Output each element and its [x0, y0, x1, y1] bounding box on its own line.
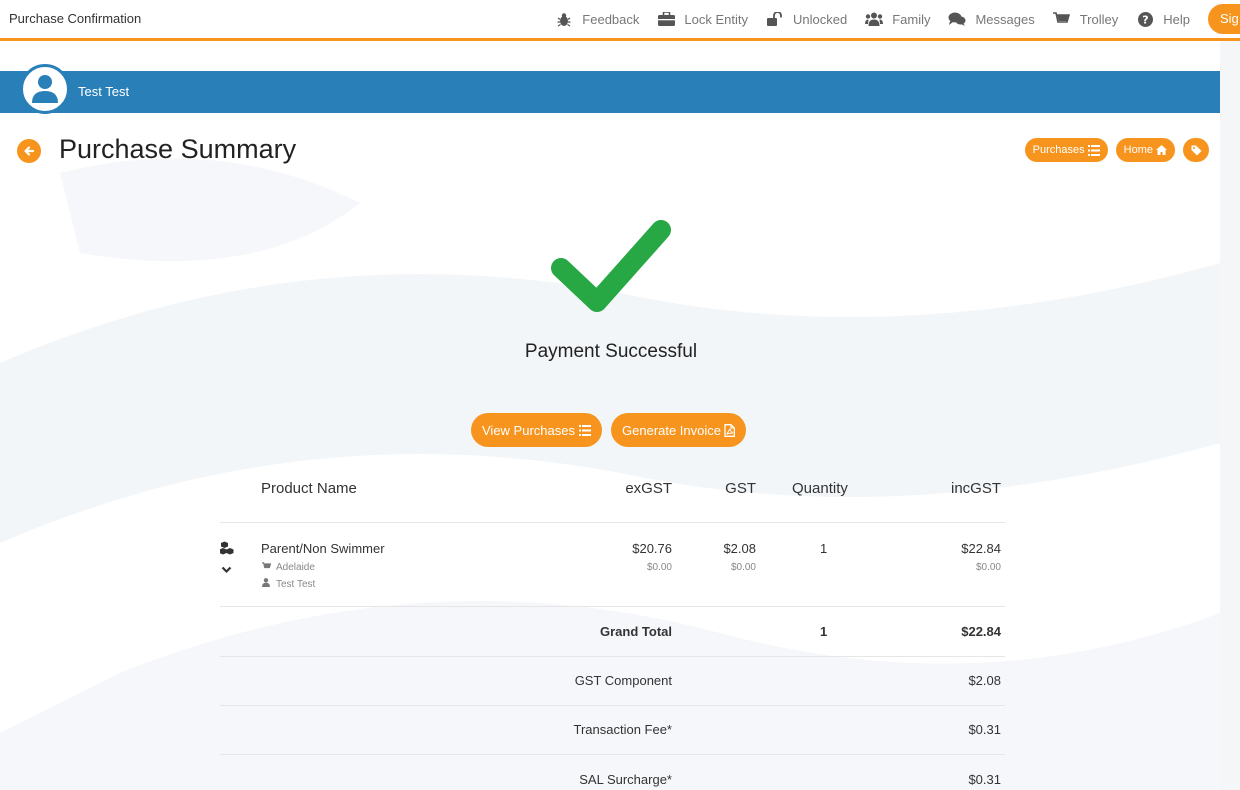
col-header-exgst: exGST	[625, 480, 672, 497]
user-icon	[262, 578, 270, 587]
briefcase-icon	[657, 11, 675, 27]
view-purchases-button[interactable]: View Purchases	[471, 413, 602, 447]
item-incgst: $22.84	[961, 541, 1001, 556]
user-icon	[32, 75, 58, 103]
nav-help-label: Help	[1163, 11, 1190, 27]
grand-total-label: Grand Total	[600, 624, 672, 639]
arrow-left-icon	[24, 146, 35, 156]
col-header-gst: GST	[725, 480, 756, 497]
nav-messages[interactable]: Messages	[948, 11, 1035, 27]
product-name: Parent/Non Swimmer	[261, 541, 385, 556]
cubes-icon	[219, 541, 235, 558]
item-exgst: $20.76	[632, 541, 672, 556]
nav-help[interactable]: ? Help	[1136, 11, 1190, 27]
user-bar: Test Test	[0, 64, 1220, 114]
transaction-fee-label: Transaction Fee*	[573, 722, 672, 737]
chevron-down-icon[interactable]	[221, 562, 232, 577]
row-divider	[220, 656, 1005, 657]
grand-total-quantity: 1	[820, 624, 828, 639]
gst-component-value: $2.08	[968, 673, 1001, 688]
nav-lock-entity[interactable]: Lock Entity	[657, 11, 748, 27]
sign-in-button[interactable]: Sig	[1208, 4, 1240, 34]
background-watermark	[0, 158, 1220, 790]
bug-icon	[555, 11, 573, 27]
nav-family-label: Family	[892, 11, 931, 27]
page-scroll-gutter	[1220, 41, 1240, 790]
nav-lock-entity-label: Lock Entity	[684, 11, 748, 27]
home-button-label: Home	[1123, 144, 1153, 156]
sal-surcharge-value: $0.31	[968, 772, 1001, 787]
generate-invoice-button[interactable]: Generate Invoice	[610, 413, 746, 447]
svg-text:?: ?	[1142, 13, 1148, 26]
home-icon	[1156, 145, 1167, 155]
item-gst-sub: $0.00	[730, 562, 756, 573]
view-purchases-label: View Purchases	[482, 422, 575, 438]
item-exgst-sub: $0.00	[646, 562, 672, 573]
nav-unlocked[interactable]: Unlocked	[766, 11, 847, 27]
users-icon	[865, 11, 884, 27]
gst-component-label: GST Component	[574, 673, 672, 688]
item-gst: $2.08	[723, 541, 756, 556]
row-divider	[220, 705, 1005, 706]
app-title: Purchase Confirmation	[9, 11, 142, 26]
product-person: Test Test	[262, 578, 315, 590]
user-name: Test Test	[78, 84, 130, 99]
product-person-text: Test Test	[276, 579, 316, 590]
col-header-incgst: incGST	[950, 480, 1001, 497]
grand-total-value: $22.84	[961, 624, 1001, 639]
tag-icon	[1191, 145, 1201, 155]
col-header-product: Product Name	[261, 480, 357, 497]
nav-trolley[interactable]: Trolley	[1053, 11, 1119, 27]
top-navbar: Purchase Confirmation Feedback Lock Enti…	[0, 0, 1240, 41]
nav-family[interactable]: Family	[865, 11, 930, 27]
list-icon	[578, 424, 591, 436]
nav-messages-label: Messages	[975, 11, 1035, 27]
back-button[interactable]	[17, 139, 41, 163]
unlock-icon	[766, 11, 784, 27]
nav-trolley-label: Trolley	[1079, 11, 1119, 27]
nav-unlocked-label: Unlocked	[792, 11, 848, 27]
header-actions: Purchases Home	[1017, 138, 1209, 162]
purchases-button-label: Purchases	[1032, 144, 1085, 156]
product-location-text: Adelaide	[276, 562, 315, 573]
nav-items: Feedback Lock Entity Unlocked Family Mes…	[555, 0, 1240, 38]
payment-success-message: Payment Successful	[524, 341, 698, 362]
item-incgst-sub: $0.00	[975, 562, 1001, 573]
header-divider	[220, 522, 1005, 523]
tag-button[interactable]	[1183, 138, 1209, 162]
cart-icon	[1053, 11, 1071, 27]
row-divider	[220, 754, 1005, 755]
sal-surcharge-label: SAL Surcharge*	[579, 772, 672, 787]
purchases-button[interactable]: Purchases	[1024, 138, 1108, 162]
file-pdf-icon	[724, 423, 735, 437]
cart-icon	[262, 562, 272, 569]
question-circle-icon: ?	[1136, 11, 1154, 27]
generate-invoice-label: Generate Invoice	[621, 422, 721, 438]
check-icon	[551, 220, 671, 312]
nav-feedback[interactable]: Feedback	[555, 11, 639, 27]
transaction-fee-value: $0.31	[968, 722, 1001, 737]
nav-feedback-label: Feedback	[582, 11, 640, 27]
col-header-quantity: Quantity	[792, 480, 848, 497]
avatar[interactable]	[20, 64, 70, 114]
comments-icon	[948, 11, 966, 27]
row-divider	[220, 606, 1005, 607]
item-quantity: 1	[820, 541, 828, 556]
product-location: Adelaide	[262, 562, 315, 573]
success-actions: View Purchases Generate Invoice	[471, 413, 755, 447]
home-button[interactable]: Home	[1115, 138, 1175, 162]
page-title: Purchase Summary	[59, 134, 297, 164]
list-icon	[1087, 144, 1100, 156]
